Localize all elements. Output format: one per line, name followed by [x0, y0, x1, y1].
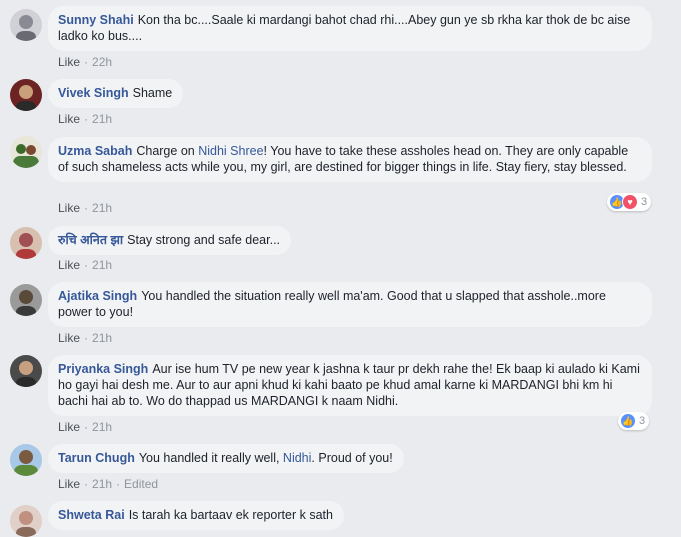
comment-actions: Like · 21h [58, 419, 112, 435]
reaction-count: 3 [639, 415, 646, 427]
separator: · [84, 477, 89, 491]
love-icon: ♥ [622, 194, 638, 210]
reaction-count: 3 [641, 196, 648, 208]
like-button[interactable]: Like [58, 201, 80, 215]
mention-link[interactable]: Nidhi [283, 451, 312, 465]
avatar[interactable] [10, 355, 42, 387]
separator: · [84, 420, 89, 434]
comment-time[interactable]: 22h [92, 55, 112, 69]
like-button[interactable]: Like [58, 331, 80, 345]
comment-text: Is tarah ka bartaav ek reporter k sath [128, 508, 333, 522]
comment-bubble: Priyanka Singh Aur ise hum TV pe new year… [48, 355, 652, 416]
comment-text-before: Charge on [136, 144, 199, 158]
like-button[interactable]: Like [58, 112, 80, 126]
comment-time[interactable]: 21h [92, 201, 112, 215]
comment-actions: Like · 21h [58, 330, 112, 346]
comment-author[interactable]: Shweta Rai [58, 508, 125, 522]
comment-actions: Like · 21h [58, 111, 112, 127]
avatar[interactable] [10, 505, 42, 537]
comment-bubble: Sunny Shahi Kon tha bc....Saale ki mardan… [48, 6, 652, 51]
comment-time[interactable]: 21h [92, 258, 112, 272]
comment-time[interactable]: 21h [92, 477, 112, 491]
comment-bubble: रुचि अनित झा Stay strong and safe dear... [48, 226, 292, 255]
comment-bubble: Shweta Rai Is tarah ka bartaav ek reporte… [48, 501, 344, 530]
comment-text: You handled the situation really well ma… [58, 289, 606, 319]
separator: · [84, 201, 89, 215]
avatar[interactable] [10, 444, 42, 476]
comment-author[interactable]: Tarun Chugh [58, 451, 135, 465]
comment-bubble: Tarun Chugh You handled it really well, N… [48, 444, 404, 473]
comment-author[interactable]: Ajatika Singh [58, 289, 137, 303]
like-button[interactable]: Like [58, 55, 80, 69]
separator: · [116, 477, 121, 491]
reactions-summary[interactable]: 👍 ♥ 3 [607, 193, 652, 211]
avatar[interactable] [10, 284, 42, 316]
comment-text-before: You handled it really well, [138, 451, 283, 465]
comment-actions: Like · 21h [58, 257, 112, 273]
comment-text: Shame [132, 86, 173, 100]
reactions-summary[interactable]: 👍 3 [618, 412, 650, 430]
avatar[interactable] [10, 227, 42, 259]
edited-label[interactable]: Edited [124, 477, 158, 491]
separator: · [84, 55, 89, 69]
comment-author[interactable]: Uzma Sabah [58, 144, 132, 158]
comment-bubble: Ajatika Singh You handled the situation r… [48, 282, 652, 327]
comment-time[interactable]: 21h [92, 112, 112, 126]
like-button[interactable]: Like [58, 477, 80, 491]
comment-actions: Like · 21h · Edited [58, 476, 158, 492]
comment-actions: Like · 21h [58, 200, 112, 216]
comment-text: Kon tha bc....Saale ki mardangi bahot ch… [58, 13, 631, 43]
mention-link[interactable]: Nidhi Shree [198, 144, 263, 158]
comment-author[interactable]: रुचि अनित झा [58, 233, 123, 247]
comment-text: Stay strong and safe dear... [127, 233, 281, 247]
comment-time[interactable]: 21h [92, 331, 112, 345]
avatar[interactable] [10, 136, 42, 168]
comment-actions: Like · 22h [58, 54, 112, 70]
comment-author[interactable]: Priyanka Singh [58, 362, 148, 376]
comment-author[interactable]: Vivek Singh [58, 86, 129, 100]
separator: · [84, 112, 89, 126]
separator: · [84, 331, 89, 345]
like-button[interactable]: Like [58, 420, 80, 434]
comment-time[interactable]: 21h [92, 420, 112, 434]
comment-author[interactable]: Sunny Shahi [58, 13, 134, 27]
comment-bubble: Uzma Sabah Charge on Nidhi Shree! You hav… [48, 137, 652, 182]
like-button[interactable]: Like [58, 258, 80, 272]
avatar[interactable] [10, 9, 42, 41]
like-icon: 👍 [620, 413, 636, 429]
comment-text-after: . Proud of you! [311, 451, 393, 465]
comment-bubble: Vivek Singh Shame [48, 79, 184, 108]
avatar[interactable] [10, 79, 42, 111]
separator: · [84, 258, 89, 272]
